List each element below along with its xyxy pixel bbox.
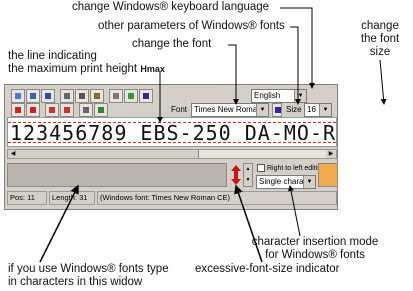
spin-control[interactable]: ▲ ▼ (243, 163, 253, 187)
print-red-icon[interactable] (11, 103, 25, 117)
horizontal-scrollbar[interactable]: ◀ ▶ (7, 149, 337, 159)
settings-icon[interactable] (109, 89, 123, 103)
insertion-mode-annotation: character insertion mode for Windows® fo… (251, 236, 379, 261)
max-height-annotation: the line indicating the maximum print he… (8, 50, 165, 75)
keyboard-language-select[interactable]: English ▼ (251, 89, 307, 103)
windows-font-window-annotation: if you use Windows® fonts type in charac… (8, 263, 169, 288)
chevron-left-icon[interactable]: ◀ (8, 150, 18, 158)
chevron-down-icon: ▼ (256, 104, 268, 116)
print-text: 123456789 EBS-250 DA-MO-RLVE (10, 121, 337, 145)
other-params-annotation: other parameters of Windows® fonts (98, 20, 285, 32)
drill-icon[interactable] (318, 163, 338, 187)
size-select[interactable]: 16 ▼ (304, 103, 332, 117)
save-icon[interactable] (41, 89, 55, 103)
open-icon[interactable] (26, 89, 40, 103)
status-windows-font: (Windows font: Times New Roman CE) (97, 191, 337, 205)
print-preview-area[interactable]: 123456789 EBS-250 DA-MO-RLVE (7, 117, 337, 147)
chevron-down-icon: ▼ (319, 104, 331, 116)
excessive-font-size-annotation: excessive-font-size indicator (195, 263, 340, 275)
page-red-alt-icon[interactable] (60, 103, 74, 117)
paste-icon[interactable] (90, 89, 104, 103)
new-icon[interactable] (11, 89, 25, 103)
windows-font-input-window[interactable] (7, 163, 227, 187)
font-label: Font (171, 105, 188, 114)
cut-icon[interactable] (75, 89, 89, 103)
size-label: Size (286, 105, 302, 114)
hmax-label: Hmax (140, 64, 165, 74)
change-size-annotation: change the font size (360, 20, 400, 58)
keyboard-language-annotation: change Windows® keyboard language (72, 1, 270, 13)
font-params-icon[interactable] (272, 103, 282, 117)
chevron-down-icon: ▼ (303, 176, 315, 188)
insertion-mode-select[interactable]: Single character, mode 1▼ (256, 175, 316, 189)
chevron-down-icon: ▼ (294, 90, 306, 102)
page-red-icon[interactable] (45, 103, 59, 117)
rtl-checkbox[interactable]: Right to left editing (257, 164, 325, 172)
excessive-font-size-indicator-icon (231, 165, 241, 185)
font-select[interactable]: Times New Roman CE ▼ (191, 103, 269, 117)
print-red-alt-icon[interactable] (26, 103, 40, 117)
print-editor-window: English ▼ Font Times New Roman CE ▼ Size 1… (4, 84, 338, 210)
status-length: Length: 31 (49, 191, 95, 205)
status-pos: Pos: 11 (7, 191, 47, 205)
chevron-right-icon[interactable]: ▶ (326, 150, 336, 158)
scrollbar-thumb[interactable] (18, 150, 199, 158)
edit-icon[interactable] (139, 89, 153, 103)
printer-icon[interactable] (79, 103, 93, 117)
copy-icon[interactable] (60, 89, 74, 103)
check-icon[interactable] (124, 89, 138, 103)
height-icon[interactable] (94, 103, 108, 117)
status-bar: Pos: 11 Length: 31 (Windows font: Times … (7, 191, 337, 205)
